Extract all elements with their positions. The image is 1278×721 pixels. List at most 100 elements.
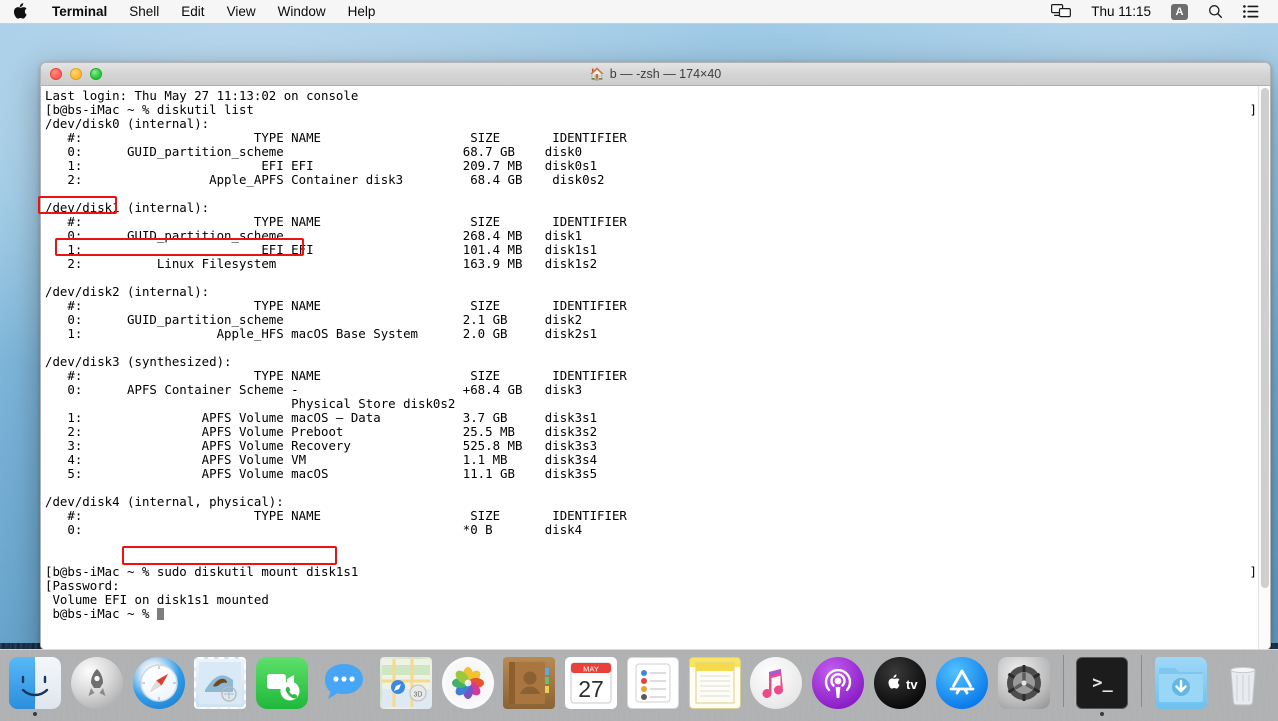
dock-item-system-preferences[interactable]	[995, 651, 1053, 719]
terminal-body[interactable]: Last login: Thu May 27 11:13:02 on conso…	[41, 86, 1270, 649]
facetime-icon	[256, 657, 308, 709]
dock-item-maps[interactable]: 3D	[377, 651, 435, 719]
terminal-line: #: TYPE NAME SIZE IDENTIFIER	[45, 131, 627, 145]
trash-icon	[1217, 657, 1269, 709]
system-preferences-icon	[998, 657, 1050, 709]
app-store-icon	[936, 657, 988, 709]
terminal-bracket-marker	[1250, 439, 1257, 453]
terminal-output: Last login: Thu May 27 11:13:02 on conso…	[45, 89, 627, 621]
dock-item-finder[interactable]	[6, 651, 64, 719]
terminal-scrollbar-thumb[interactable]	[1261, 88, 1269, 588]
terminal-line: 5: APFS Volume macOS 11.1 GB disk3s5	[45, 467, 627, 481]
terminal-bracket-marker	[1250, 243, 1257, 257]
terminal-bracket-marker: ]	[1250, 565, 1257, 579]
menu-item-view[interactable]: View	[216, 0, 267, 23]
terminal-bracket-marker	[1250, 117, 1257, 131]
terminal-bracket-marker	[1250, 453, 1257, 467]
dock-separator-2	[1141, 655, 1142, 707]
dock-item-photos[interactable]	[439, 651, 497, 719]
terminal-line: 2: Linux Filesystem 163.9 MB disk1s2	[45, 257, 627, 271]
terminal-bracket-marker	[1250, 425, 1257, 439]
dock-item-downloads[interactable]	[1152, 651, 1210, 719]
terminal-bracket-marker	[1250, 467, 1257, 481]
reminders-icon	[627, 657, 679, 709]
terminal-bracket-marker	[1250, 145, 1257, 159]
window-controls	[41, 68, 102, 80]
dock-item-mail[interactable]	[191, 651, 249, 719]
terminal-bracket-marker	[1250, 89, 1257, 103]
terminal-bracket-marker	[1250, 481, 1257, 495]
terminal-bracket-marker	[1250, 187, 1257, 201]
terminal-line: [b@bs-iMac ~ % diskutil list	[45, 103, 627, 117]
dock-item-contacts[interactable]	[500, 651, 558, 719]
input-source-label: A	[1171, 4, 1188, 20]
terminal-window[interactable]: 🏠 b — -zsh — 174×40 Last login: Thu May …	[40, 62, 1271, 650]
menu-item-window[interactable]: Window	[267, 0, 337, 23]
terminal-line	[45, 551, 627, 565]
terminal-bracket-marker	[1250, 257, 1257, 271]
messages-icon	[318, 657, 370, 709]
dock-item-safari[interactable]	[130, 651, 188, 719]
dock-item-reminders[interactable]	[624, 651, 682, 719]
dock-item-app-store[interactable]	[933, 651, 991, 719]
terminal-line: 1: APFS Volume macOS – Data 3.7 GB disk3…	[45, 411, 627, 425]
menu-item-terminal[interactable]: Terminal	[41, 0, 118, 23]
terminal-bracket-marker	[1250, 341, 1257, 355]
input-source-badge[interactable]: A	[1162, 0, 1197, 23]
menu-item-edit[interactable]: Edit	[170, 0, 215, 23]
dock-item-messages[interactable]	[315, 651, 373, 719]
menu-item-help[interactable]: Help	[337, 0, 387, 23]
terminal-scrollbar[interactable]	[1258, 86, 1270, 649]
terminal-titlebar[interactable]: 🏠 b — -zsh — 174×40	[41, 63, 1270, 86]
calendar-month-label: MAY	[583, 665, 599, 674]
dock-item-music[interactable]	[748, 651, 806, 719]
terminal-line: 0: GUID_partition_scheme 268.4 MB disk1	[45, 229, 627, 243]
dock-item-appletv[interactable]: tv	[871, 651, 929, 719]
dock-item-podcasts[interactable]	[809, 651, 867, 719]
maps-icon: 3D	[380, 657, 432, 709]
search-icon[interactable]	[1199, 0, 1232, 23]
zoom-button[interactable]	[90, 68, 102, 80]
menu-bar: Terminal Shell Edit View Window Help Thu…	[0, 0, 1278, 24]
dock-item-trash[interactable]	[1214, 651, 1272, 719]
menu-item-shell[interactable]: Shell	[118, 0, 170, 23]
terminal-bracket-marker	[1250, 173, 1257, 187]
minimize-button[interactable]	[70, 68, 82, 80]
terminal-line	[45, 271, 627, 285]
dock-item-facetime[interactable]	[253, 651, 311, 719]
menu-bar-clock[interactable]: Thu 11:15	[1082, 0, 1160, 23]
home-folder-icon: 🏠	[590, 68, 605, 80]
dock-separator-1	[1063, 655, 1064, 707]
finder-icon	[9, 657, 61, 709]
terminal-line: 2: Apple_APFS Container disk3 68.4 GB di…	[45, 173, 627, 187]
dock-item-calendar[interactable]: MAY 27	[562, 651, 620, 719]
terminal-bracket-marker	[1250, 551, 1257, 565]
terminal-line: Volume EFI on disk1s1 mounted	[45, 593, 627, 607]
terminal-prompt-glyph: >_	[1092, 673, 1112, 693]
terminal-line: /dev/disk0 (internal):	[45, 117, 627, 131]
terminal-line: #: TYPE NAME SIZE IDENTIFIER	[45, 509, 627, 523]
notes-icon	[689, 657, 741, 709]
dock-item-terminal[interactable]: >_	[1074, 651, 1132, 719]
close-button[interactable]	[50, 68, 62, 80]
terminal-line: /dev/disk1 (internal):	[45, 201, 627, 215]
terminal-line: 0: GUID_partition_scheme 2.1 GB disk2	[45, 313, 627, 327]
terminal-bracket-marker	[1250, 523, 1257, 537]
terminal-line: 0: GUID_partition_scheme 68.7 GB disk0	[45, 145, 627, 159]
terminal-bracket-marker	[1250, 313, 1257, 327]
terminal-bracket-marker	[1250, 383, 1257, 397]
screen-mirroring-icon[interactable]	[1042, 0, 1080, 23]
podcasts-icon	[812, 657, 864, 709]
mail-icon	[194, 657, 246, 709]
menu-bar-left: Terminal Shell Edit View Window Help	[0, 0, 386, 23]
terminal-line: #: TYPE NAME SIZE IDENTIFIER	[45, 215, 627, 229]
dock-item-launchpad[interactable]	[68, 651, 126, 719]
apple-menu-icon[interactable]	[0, 0, 41, 22]
dock: 3D	[0, 649, 1278, 721]
calendar-day-label: 27	[578, 676, 604, 702]
dock-item-notes[interactable]	[686, 651, 744, 719]
terminal-line	[45, 481, 627, 495]
window-title: 🏠 b — -zsh — 174×40	[41, 67, 1270, 81]
svg-text:tv: tv	[906, 677, 918, 692]
control-center-icon[interactable]	[1234, 0, 1268, 23]
